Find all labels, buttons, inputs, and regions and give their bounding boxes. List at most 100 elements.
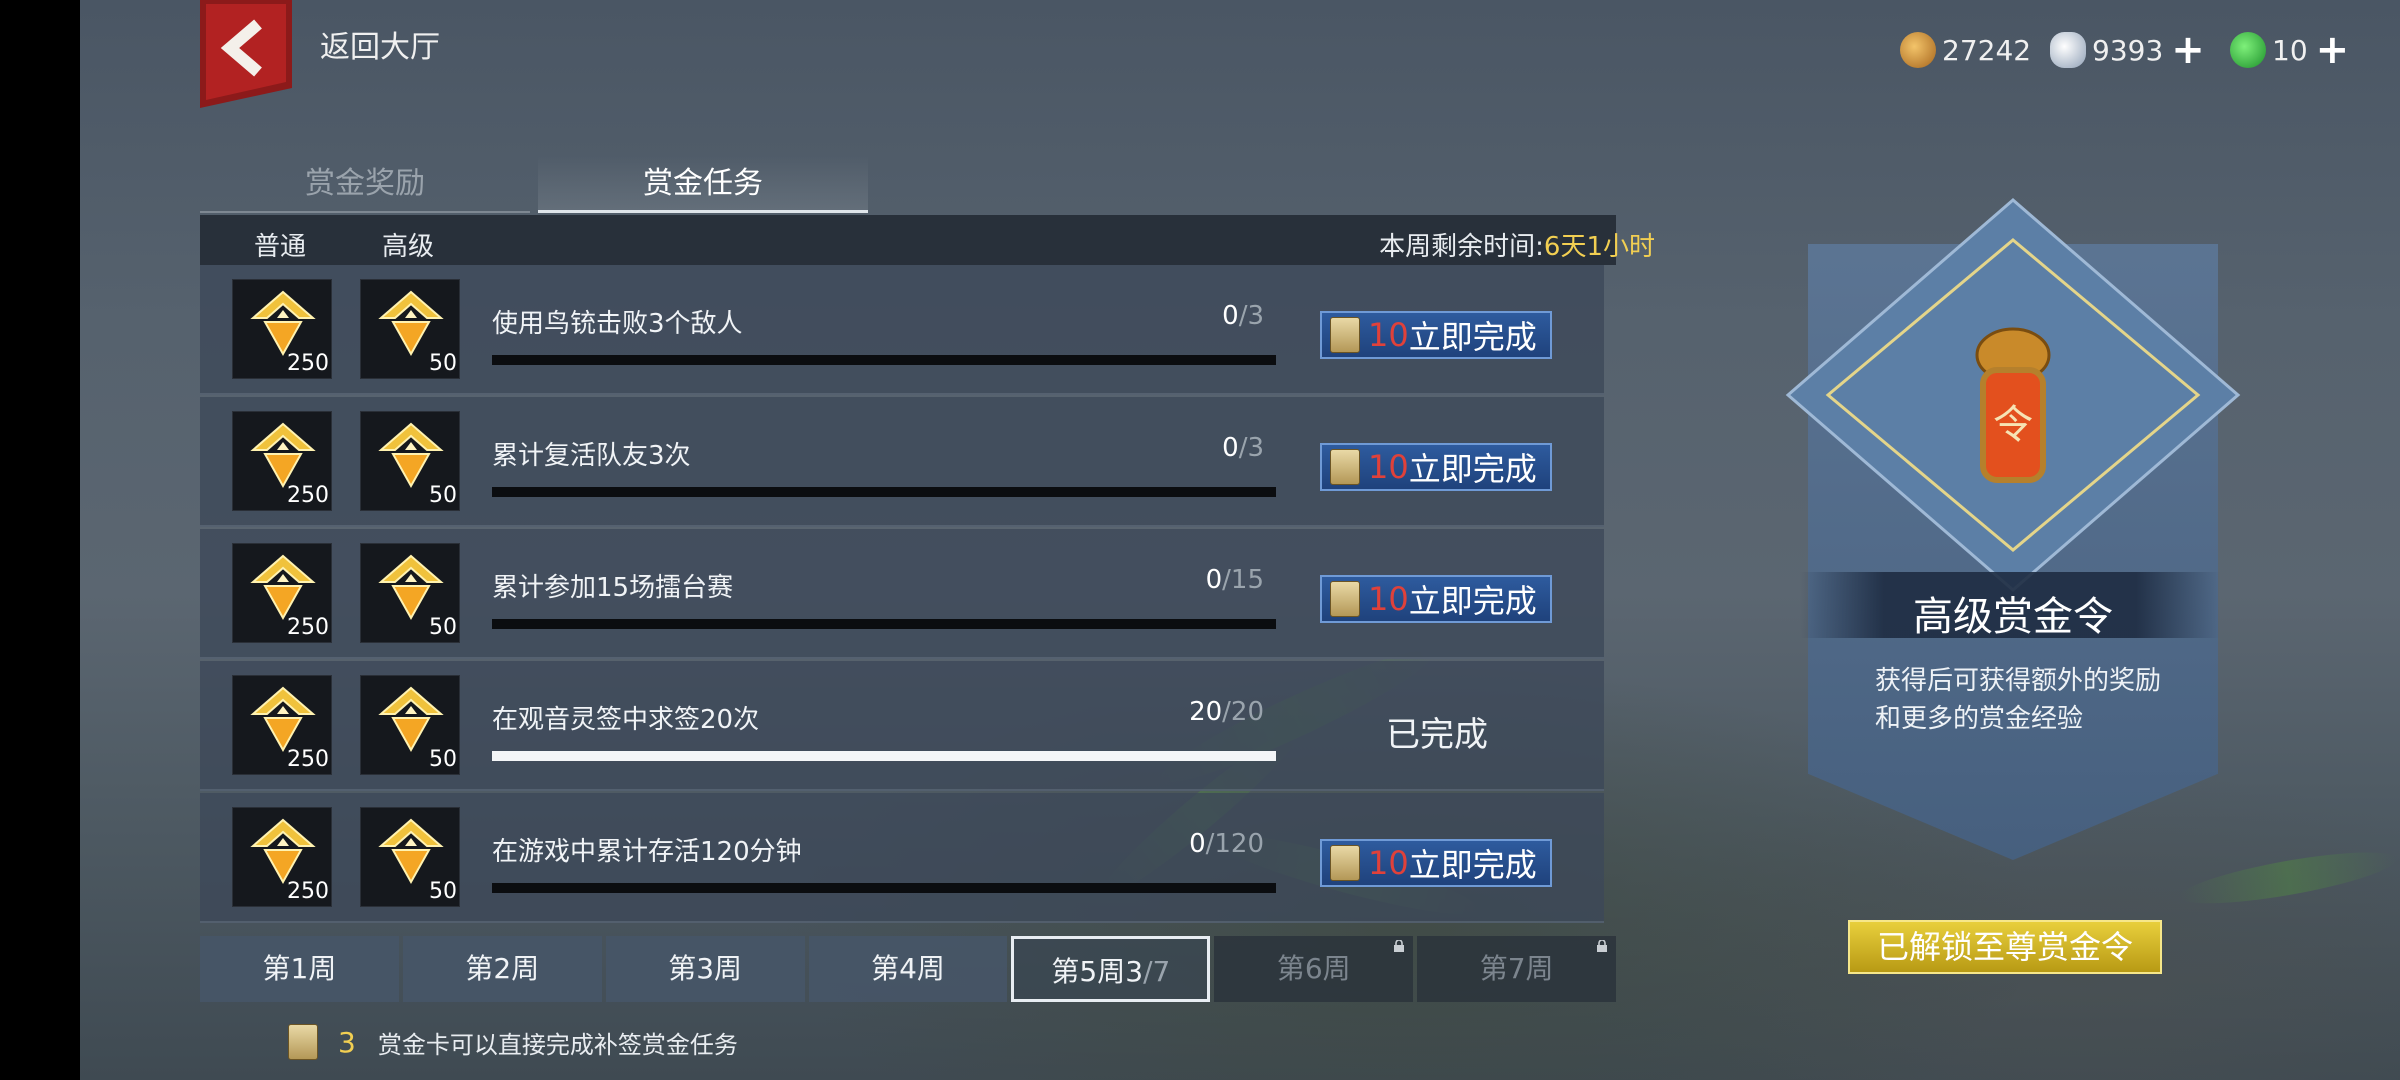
back-arrow-icon [200,0,292,108]
week-progress-total: /7 [1143,955,1171,988]
week-label: 第5周 [1051,955,1126,988]
bounty-emblem-frame: 令 [1785,198,2241,592]
bounty-exp-icon [378,290,444,357]
advanced-reward-amount: 50 [429,483,457,508]
week-tab-4[interactable]: 第4周 [808,936,1008,1002]
unlock-supreme-bounty-button[interactable]: 已解锁至尊赏金令 [1848,920,2162,974]
time-label: 本周剩余时间: [1379,232,1544,262]
week-tab-3[interactable]: 第3周 [605,936,805,1002]
jade-icon [2230,32,2266,68]
complete-now-button[interactable]: 10 立即完成 [1320,311,1552,359]
task-progress-bar [492,883,1276,893]
back-label: 返回大厅 [320,30,440,65]
jade-counter: 10 + [2230,30,2350,70]
progress-current: 20 [1189,697,1223,727]
task-progress-text: 0/15 [1206,565,1264,595]
advanced-reward: 50 [360,411,460,511]
task-progress-fill [492,751,1276,761]
tab-bounty-rewards[interactable]: 赏金奖励 [200,155,530,213]
bounty-card-note: 3 赏金卡可以直接完成补签赏金任务 [288,1024,738,1060]
week-progress-current: 3 [1125,955,1144,988]
week-tab-2[interactable]: 第2周 [402,936,602,1002]
normal-reward-amount: 250 [287,879,329,904]
complete-now-button[interactable]: 10 立即完成 [1320,839,1552,887]
tab-bounty-tasks[interactable]: 赏金任务 [538,155,868,213]
bounty-card-icon [1330,581,1360,617]
add-jade-button[interactable]: + [2316,30,2350,70]
task-completed-label: 已完成 [1386,715,1488,755]
bounty-card-icon [1330,317,1360,353]
advanced-reward-amount: 50 [429,747,457,772]
advanced-reward: 50 [360,543,460,643]
token-emblem-char: 令 [1993,402,2033,448]
normal-reward: 250 [232,411,332,511]
normal-reward: 250 [232,675,332,775]
complete-now-button[interactable]: 10 立即完成 [1320,443,1552,491]
progress-total: /3 [1238,301,1264,331]
silver-ingot-counter: 9393 + [2050,30,2205,70]
bounty-exp-icon [378,686,444,753]
week-label: 第1周 [262,952,337,985]
progress-current: 0 [1205,565,1223,595]
task-row: 250 50 使用鸟铳击败3个敌人 0/3 10 立即完成 [200,265,1604,395]
lock-icon [1394,940,1405,952]
advanced-reward: 50 [360,675,460,775]
task-row: 250 50 累计复活队友3次 0/3 10 立即完成 [200,397,1604,527]
progress-total: /15 [1222,565,1264,595]
copper-coin-icon [1900,32,1936,68]
task-name: 在观音灵签中求签20次 [492,705,760,735]
time-value: 6天1小时 [1543,232,1655,262]
copper-coin-value: 27242 [1942,33,2032,67]
bounty-exp-icon [250,422,316,489]
silver-ingot-icon [2050,32,2086,68]
week-tab-1[interactable]: 第1周 [200,936,399,1002]
token-emblem-icon: 令 [1975,327,2051,483]
advanced-column-header: 高级 [382,232,435,262]
week-tab-5[interactable]: 第5周3/7 [1011,936,1211,1002]
advanced-reward: 50 [360,279,460,379]
task-progress-bar [492,619,1276,629]
task-name: 累计复活队友3次 [492,441,691,471]
bounty-exp-icon [250,818,316,885]
progress-current: 0 [1222,433,1239,463]
advanced-reward-amount: 50 [429,879,457,904]
task-progress-bar [492,487,1276,497]
back-button[interactable] [200,0,292,108]
bounty-exp-icon [250,554,316,621]
task-row: 250 50 在观音灵签中求签20次 20/20 已完成 [200,661,1604,791]
week-label: 第2周 [465,952,540,985]
week-tab-6[interactable]: 第6周 [1214,936,1414,1002]
advanced-reward: 50 [360,807,460,907]
task-name: 在游戏中累计存活120分钟 [492,837,802,867]
silver-ingot-value: 9393 [2092,33,2164,67]
copper-coin-counter: 27242 [1900,32,2031,68]
bounty-exp-icon [250,290,316,357]
task-progress-text: 0/120 [1189,829,1264,859]
task-list: 250 50 使用鸟铳击败3个敌人 0/3 10 立即完成 250 50 累计复活队友3次 0/3… [200,265,1604,925]
bounty-card-icon [288,1024,318,1060]
progress-total: /20 [1222,697,1264,727]
task-name: 使用鸟铳击败3个敌人 [492,309,743,339]
complete-cost: 10 [1368,580,1409,618]
add-silver-button[interactable]: + [2171,30,2205,70]
fern-leaf-decoration [2177,842,2400,914]
week-label: 第4周 [871,952,945,985]
normal-reward-amount: 250 [287,351,329,376]
normal-column-header: 普通 [254,232,307,262]
advanced-bounty-description: 获得后可获得额外的奖励和更多的赏金经验 [1875,666,2162,734]
week-label: 第3周 [668,952,743,985]
normal-reward: 250 [232,543,332,643]
advanced-reward-amount: 50 [429,615,457,640]
task-name: 累计参加15场擂台赛 [492,573,734,603]
advanced-bounty-title: 高级赏金令 [1913,594,2113,640]
bounty-exp-icon [378,818,444,885]
progress-total: /3 [1238,433,1264,463]
complete-cost: 10 [1368,316,1409,354]
task-progress-bar [492,355,1276,365]
bounty-card-hint: 赏金卡可以直接完成补签赏金任务 [377,1030,738,1059]
week-tab-7[interactable]: 第7周 [1417,936,1617,1002]
progress-total: /120 [1205,829,1264,859]
normal-reward-amount: 250 [287,747,329,772]
lock-icon [1597,940,1608,952]
complete-now-button[interactable]: 10 立即完成 [1320,575,1552,623]
